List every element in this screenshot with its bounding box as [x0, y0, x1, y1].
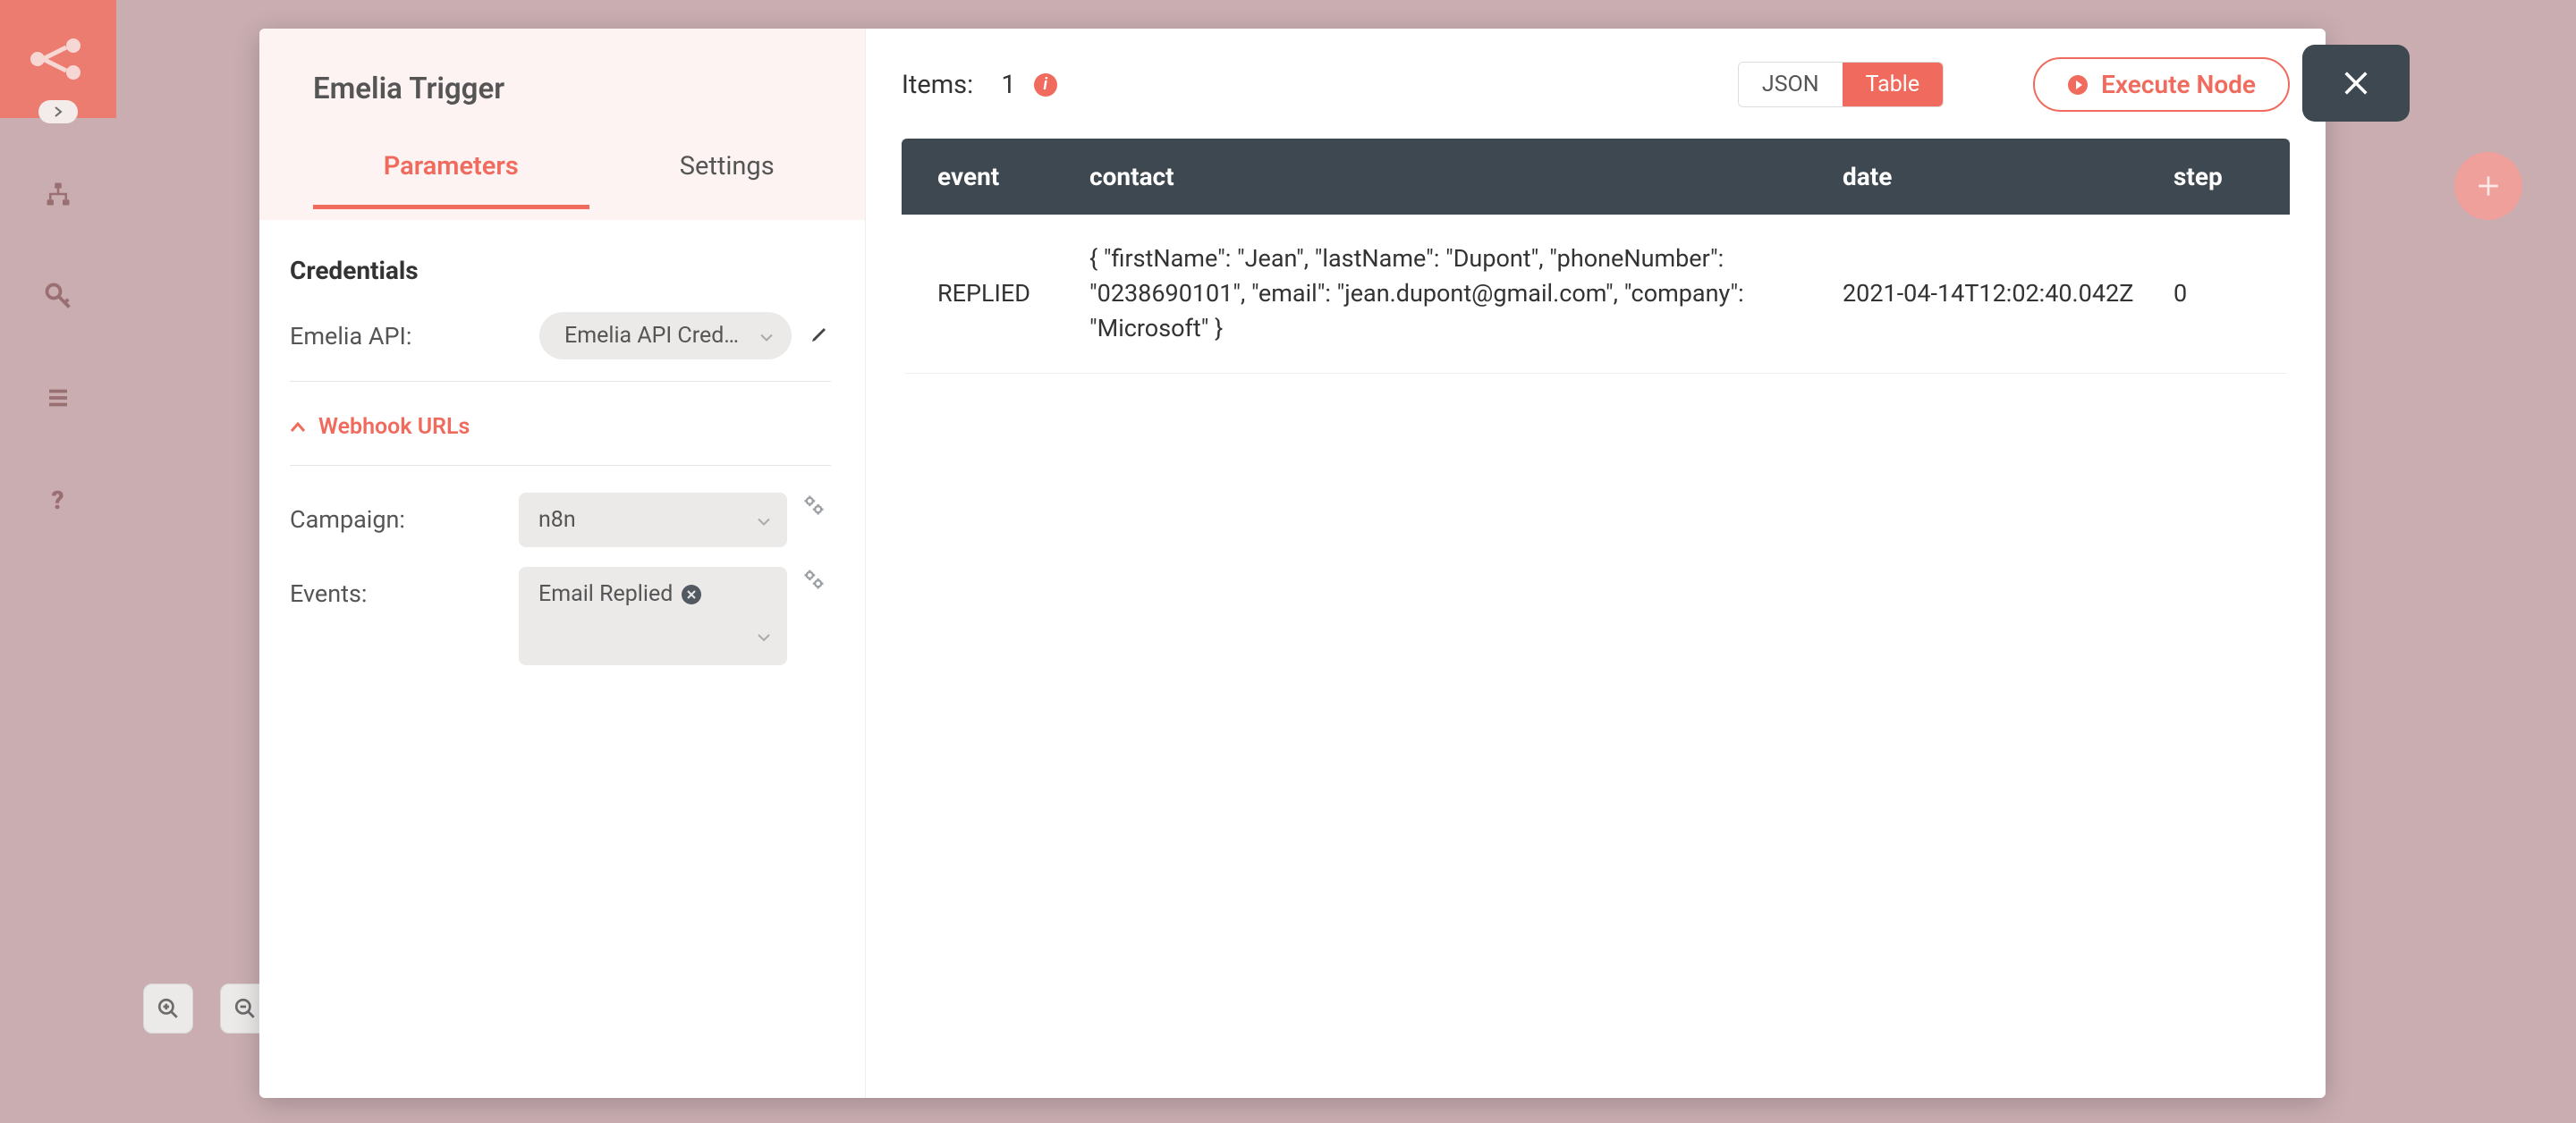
workflow-icon — [29, 37, 88, 81]
credential-row: Emelia API: Emelia API Creden … — [290, 312, 831, 359]
event-tag-label: Email Replied — [538, 581, 673, 607]
view-table-button[interactable]: Table — [1843, 63, 1944, 106]
info-icon[interactable]: i — [1034, 73, 1057, 97]
view-toggle: JSON Table — [1738, 62, 1944, 107]
credentials-icon[interactable] — [45, 283, 72, 313]
play-icon — [2067, 74, 2089, 96]
execute-node-button[interactable]: Execute Node — [2033, 57, 2290, 112]
node-tabs: Parameters Settings — [313, 151, 865, 209]
credential-label: Emelia API: — [290, 322, 411, 350]
zoom-in-button[interactable] — [143, 984, 193, 1034]
col-event-header: event — [937, 162, 1089, 191]
webhook-label: Webhook URLs — [318, 414, 470, 440]
campaign-options-button[interactable] — [801, 493, 826, 524]
tab-settings[interactable]: Settings — [589, 151, 866, 209]
close-icon — [687, 590, 696, 599]
credential-select[interactable]: Emelia API Creden … — [539, 312, 792, 359]
zoom-out-icon — [233, 997, 257, 1020]
app-sidebar: ? — [0, 0, 116, 1123]
chevron-down-icon — [757, 507, 771, 533]
chevron-right-icon — [53, 106, 64, 117]
node-config-panel: Emelia Trigger Parameters Settings Crede… — [259, 29, 866, 1098]
sidebar-collapse-button[interactable] — [38, 100, 78, 123]
events-options-button[interactable] — [801, 567, 826, 598]
col-date-header: date — [1843, 162, 2174, 191]
events-select[interactable]: Email Replied — [519, 567, 787, 665]
close-modal-button[interactable] — [2302, 45, 2410, 122]
executions-icon[interactable] — [45, 384, 72, 415]
param-events-row: Events: Email Replied — [290, 567, 831, 665]
campaign-label: Campaign: — [290, 493, 519, 534]
output-toolbar: Items: 1 i JSON Table Execute Node — [902, 57, 2290, 112]
col-contact-header: contact — [1089, 162, 1843, 191]
zoom-in-icon — [157, 997, 180, 1020]
col-step-header: step — [2174, 162, 2254, 191]
credentials-heading: Credentials — [290, 256, 831, 285]
table-row[interactable]: REPLIED { "firstName": "Jean", "lastName… — [902, 215, 2290, 374]
node-output-panel: Items: 1 i JSON Table Execute Node event… — [866, 29, 2326, 1098]
cell-contact: { "firstName": "Jean", "lastName": "Dupo… — [1089, 241, 1843, 346]
node-header: Emelia Trigger Parameters Settings — [259, 29, 865, 220]
close-icon — [2341, 68, 2371, 98]
items-count: Items: 1 i — [902, 70, 1057, 100]
param-campaign-row: Campaign: n8n — [290, 493, 831, 547]
pencil-icon — [809, 323, 831, 344]
campaign-select[interactable]: n8n — [519, 493, 787, 547]
remove-tag-button[interactable] — [682, 585, 701, 604]
output-table: event contact date step REPLIED { "first… — [902, 139, 2290, 374]
chevron-down-icon — [757, 623, 771, 649]
gear-icon — [801, 493, 826, 518]
cell-date: 2021-04-14T12:02:40.042Z — [1843, 241, 2174, 346]
edit-credential-button[interactable] — [809, 322, 831, 350]
chevron-down-icon — [759, 323, 774, 349]
app-logo[interactable] — [0, 0, 116, 118]
gear-icon — [801, 567, 826, 592]
panel-body: Credentials Emelia API: Emelia API Crede… — [259, 220, 865, 685]
divider — [290, 381, 831, 382]
tab-parameters[interactable]: Parameters — [313, 151, 589, 209]
event-tag: Email Replied — [538, 581, 701, 607]
cell-event: REPLIED — [937, 241, 1089, 346]
zoom-controls — [143, 984, 270, 1034]
chevron-up-icon — [290, 421, 306, 434]
table-header: event contact date step — [902, 139, 2290, 215]
cell-step: 0 — [2174, 241, 2254, 346]
node-editor-modal: Emelia Trigger Parameters Settings Crede… — [259, 29, 2326, 1098]
view-json-button[interactable]: JSON — [1739, 63, 1843, 106]
svg-text:?: ? — [52, 486, 64, 513]
workflows-icon[interactable] — [45, 181, 72, 211]
plus-icon — [2474, 172, 2503, 200]
help-icon[interactable]: ? — [45, 486, 72, 517]
webhook-urls-toggle[interactable]: Webhook URLs — [290, 407, 831, 466]
add-node-button[interactable] — [2454, 152, 2522, 220]
events-label: Events: — [290, 567, 519, 608]
sidebar-nav: ? — [45, 181, 72, 517]
node-title: Emelia Trigger — [313, 72, 865, 106]
